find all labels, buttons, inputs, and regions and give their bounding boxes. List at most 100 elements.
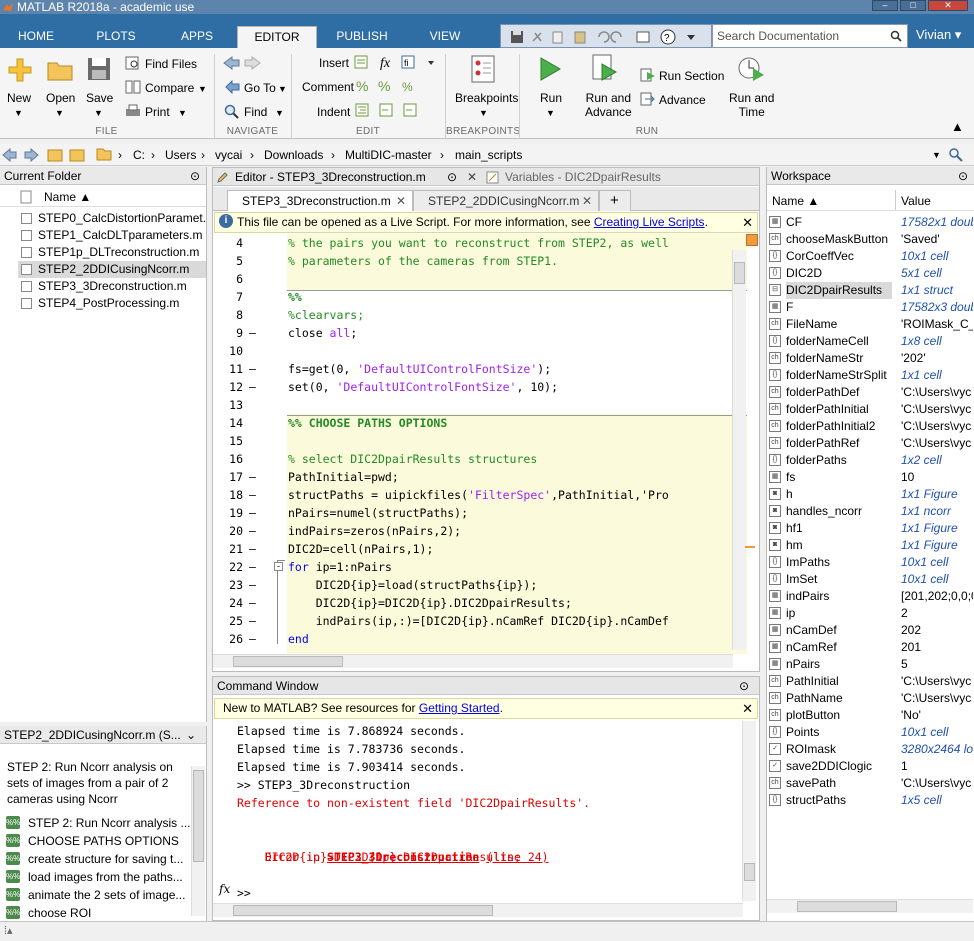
scroll-thumb[interactable] [797,901,897,912]
column-divider[interactable] [895,190,896,210]
new-dropdown-icon[interactable]: ▼ [14,106,23,120]
workspace-variable[interactable]: ▦ fs 10 [767,469,973,486]
value-column-header[interactable]: Value [901,194,931,208]
code-line[interactable]: for ip=1:nPairs [288,558,392,576]
close-window-button[interactable]: ✕ [928,0,968,11]
goto-dropdown-icon[interactable]: ▼ [278,82,287,96]
workspace-variable[interactable]: {} Points 10x1 cell [767,724,973,741]
tab-editor[interactable]: EDITOR [237,26,317,48]
workspace-variable[interactable]: ▦ nCamDef 202 [767,622,973,639]
workspace-variable[interactable]: ▦ CF 17582x1 double [767,214,973,231]
file-item[interactable]: STEP1_CalcDLTparameters.m [18,227,206,244]
breadcrumb-item[interactable]: vycai [215,148,242,162]
breadcrumb-item[interactable]: Users [165,148,196,162]
open-button[interactable]: Open [46,91,75,105]
file-item[interactable]: STEP3_3Dreconstruction.m [18,278,206,295]
new-button[interactable]: New [7,91,31,105]
file-item[interactable]: STEP4_PostProcessing.m [18,295,206,312]
line-marker[interactable]: – [249,326,256,340]
section-item[interactable]: %% animate the 2 sets of image... [6,886,185,904]
compare-button[interactable]: Compare [145,81,194,95]
search-folder-icon[interactable] [948,147,964,163]
workspace-variable[interactable]: ▦ F 17582x3 double [767,299,973,316]
fold-toggle-icon[interactable]: - [274,562,283,571]
workspace-variable[interactable]: ◙ h 1x1 Figure [767,486,973,503]
code-line[interactable]: % the pairs you want to reconstruct from… [288,234,669,252]
line-marker[interactable]: – [249,470,256,484]
collapse-ribbon-icon[interactable]: ▲ [951,120,964,134]
open-dropdown-icon[interactable]: ▼ [55,106,64,120]
insert-button[interactable]: Insert [319,56,349,70]
find-button[interactable]: Find [244,105,267,119]
workspace-variable[interactable]: {} ImSet 10x1 cell [767,571,973,588]
workspace-variable[interactable]: ch chooseMaskButton 'Saved' [767,231,973,248]
run-and-time-icon[interactable] [737,54,765,82]
workspace-variable[interactable]: ✓ ROImask 3280x2464 log [767,741,973,758]
line-marker[interactable]: – [249,542,256,556]
section-item[interactable]: %% choose ROI [6,904,91,922]
line-marker[interactable]: – [249,524,256,538]
tab-view[interactable]: VIEW [412,26,478,48]
workspace-variable[interactable]: ▦ nCamRef 201 [767,639,973,656]
run-and-time-button[interactable]: Run and Time [729,91,774,119]
chevron-down-icon[interactable]: ⌄ [186,726,196,744]
workspace-variable[interactable]: ch folderPathInitial 'C:\Users\vyc [767,401,973,418]
variables-editor-title[interactable]: Variables - DIC2DpairResults [505,168,661,186]
workspace-variable[interactable]: ◙ hm 1x1 Figure [767,537,973,554]
code-line[interactable]: DIC2D{ip}=load(structPaths{ip}); [288,576,538,594]
tab-apps[interactable]: APPS [168,26,226,48]
command-prompt[interactable]: >> [237,884,251,902]
tab-step2[interactable]: STEP2_2DDICusingNcorr.m ✕ [413,190,599,211]
code-line[interactable]: close all; [288,324,357,342]
analyzer-status-icon[interactable] [746,234,758,246]
line-marker[interactable]: – [249,614,256,628]
getting-started-link[interactable]: Getting Started [419,701,500,715]
workspace-variable[interactable]: ◙ handles_ncorr 1x1 ncorr [767,503,973,520]
find-icon[interactable] [224,104,240,120]
workspace-variable[interactable]: ✓ save2DDIClogic 1 [767,758,973,775]
section-item[interactable]: %% STEP 2: Run Ncorr analysis ... [6,814,191,832]
compare-icon[interactable] [125,80,141,94]
back-forward-icon[interactable] [222,56,262,70]
run-icon[interactable] [538,56,562,82]
save-button[interactable]: Save [86,91,113,105]
workspace-variable[interactable]: ▦ indPairs [201,202;0,0;0 [767,588,973,605]
compare-dropdown-icon[interactable]: ▼ [198,82,207,96]
close-tab-icon[interactable]: ✕ [582,191,592,211]
workspace-variable[interactable]: {} ImPaths 10x1 cell [767,554,973,571]
scroll-thumb[interactable] [233,656,343,667]
workspace-variable[interactable]: ch FileName 'ROIMask_C_ [767,316,973,333]
print-button[interactable]: Print [145,105,170,119]
tab-plots[interactable]: PLOTS [84,26,148,48]
line-marker[interactable]: – [249,632,256,646]
workspace-variable[interactable]: ▦ nPairs 5 [767,656,973,673]
scroll-thumb[interactable] [233,905,493,916]
line-marker[interactable]: – [249,560,256,574]
code-line[interactable]: DIC2D=cell(nPairs,1); [288,540,433,558]
code-line[interactable]: %% CHOOSE PATHS OPTIONS [288,414,447,432]
code-line[interactable]: %% [288,288,302,306]
workspace-variable[interactable]: ch folderPathRef 'C:\Users\vyc [767,435,973,452]
find-files-button[interactable]: Find Files [145,57,197,71]
code-line[interactable]: DIC2D{ip}=DIC2D{ip}.DIC2DpairResults; [288,594,572,612]
advance-icon[interactable] [640,92,656,106]
breadcrumb-item[interactable]: Downloads [264,148,323,162]
error-line-link[interactable]: (line 24) [486,850,548,864]
close-tab-icon[interactable]: ✕ [396,191,406,211]
workspace-variable[interactable]: ◙ hf1 1x1 Figure [767,520,973,537]
run-section-icon[interactable] [640,68,656,82]
file-item[interactable]: STEP2_2DDICusingNcorr.m [18,261,206,278]
line-marker[interactable]: – [249,596,256,610]
section-item[interactable]: %% create structure for saving t... [6,850,183,868]
line-marker[interactable]: – [249,578,256,592]
print-dropdown-icon[interactable]: ▼ [178,106,187,120]
edit-tools-icons[interactable]: fx fi % % % [354,54,444,124]
breakpoints-icon[interactable] [469,55,497,83]
breakpoints-button[interactable]: Breakpoints [455,91,518,105]
details-scrollbar[interactable] [191,766,205,916]
creating-live-scripts-link[interactable]: Creating Live Scripts [594,215,705,229]
breadcrumb-item[interactable]: main_scripts [455,148,522,162]
workspace-variable[interactable]: {} folderNameStrSplit 1x1 cell [767,367,973,384]
line-marker[interactable]: – [249,380,256,394]
code-line[interactable]: % parameters of the cameras from STEP1. [288,252,558,270]
